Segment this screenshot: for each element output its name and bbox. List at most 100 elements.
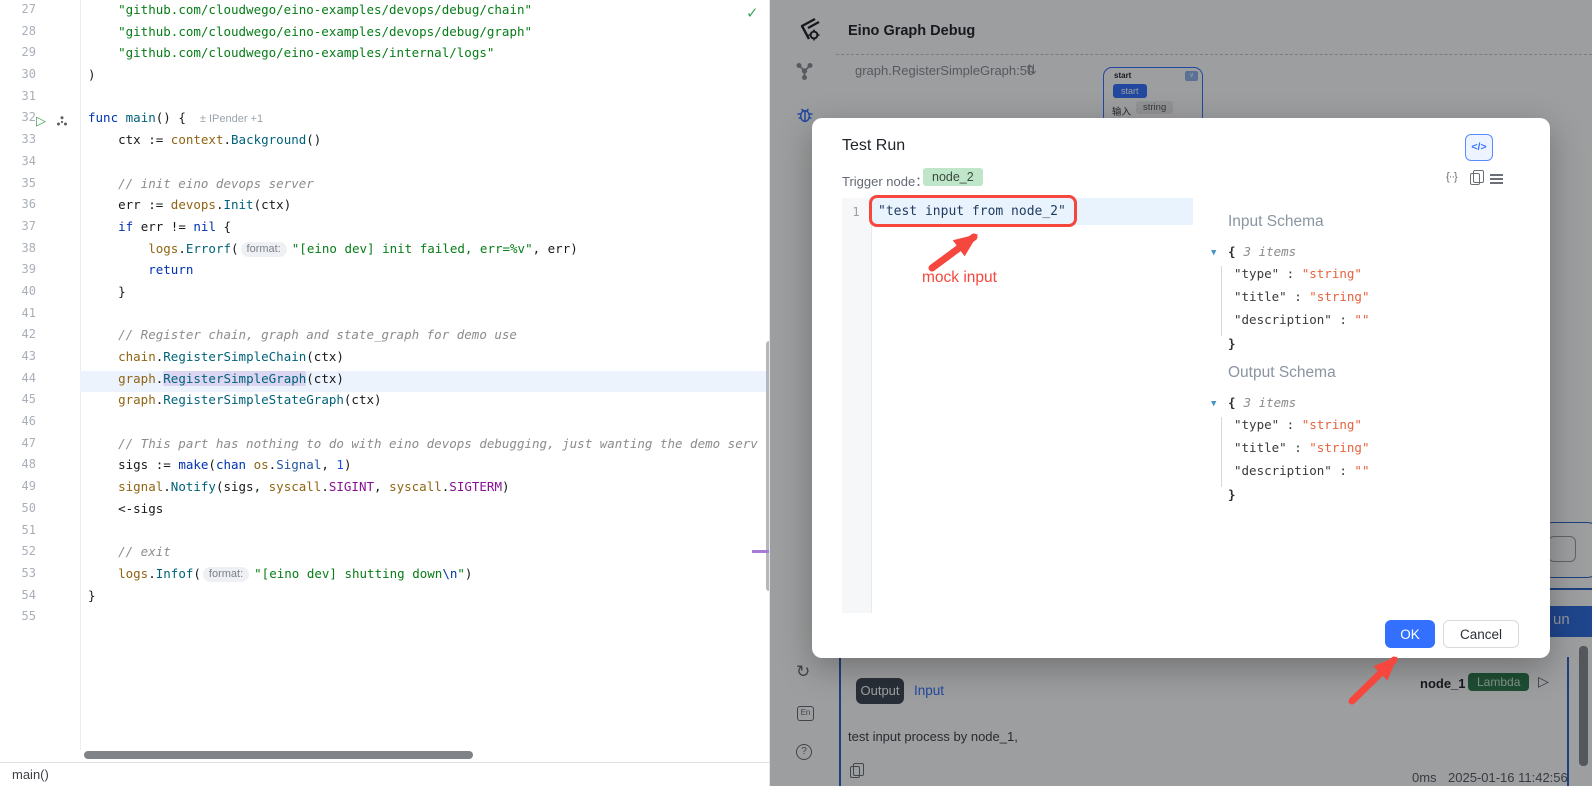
code-line: 35 // init eino devops server (0, 176, 770, 198)
scrollbar-change-marker (752, 550, 770, 553)
profiler-icon[interactable] (56, 115, 68, 127)
code-line: 40 } (0, 284, 770, 306)
code-text: return (88, 262, 770, 277)
line-number[interactable]: 28 (0, 24, 36, 38)
code-text: // This part has nothing to do with eino… (88, 436, 770, 451)
code-vision-hint[interactable]: ± IPender +1 (200, 113, 263, 125)
line-number[interactable]: 30 (0, 67, 36, 81)
code-line: 33 ctx := context.Background() (0, 132, 770, 154)
close-brace: } (1228, 487, 1531, 509)
line-number[interactable]: 45 (0, 392, 36, 406)
code-text: ctx := context.Background() (88, 132, 770, 147)
code-text: graph.RegisterSimpleGraph(ctx) (88, 371, 770, 386)
code-text: signal.Notify(sigs, syscall.SIGINT, sysc… (88, 479, 770, 494)
code-text: "github.com/cloudwego/eino-examples/devo… (88, 24, 770, 39)
line-number[interactable]: 55 (0, 609, 36, 623)
line-number[interactable]: 31 (0, 89, 36, 103)
code-line: 42 // Register chain, graph and state_gr… (0, 327, 770, 349)
code-text: logs.Infof(format:"[eino dev] shutting d… (88, 566, 770, 582)
line-number[interactable]: 32 (0, 110, 36, 124)
line-number[interactable]: 48 (0, 457, 36, 471)
code-line: 30) (0, 67, 770, 89)
line-number[interactable]: 49 (0, 479, 36, 493)
open-brace: { (1228, 244, 1236, 259)
line-number[interactable]: 40 (0, 284, 36, 298)
collapse-triangle-icon[interactable]: ▼ (1211, 248, 1228, 258)
line-number[interactable]: 42 (0, 327, 36, 341)
code-text: } (88, 588, 770, 603)
inline-hint-chip: format: (241, 242, 287, 257)
code-text: // init eino devops server (88, 176, 770, 191)
ok-button[interactable]: OK (1385, 620, 1435, 648)
line-number[interactable]: 46 (0, 414, 36, 428)
code-line: 51 (0, 523, 770, 545)
code-line: 50 <-sigs (0, 501, 770, 523)
code-line: 54} (0, 588, 770, 610)
code-text: graph.RegisterSimpleStateGraph(ctx) (88, 392, 770, 407)
trigger-node-label: Trigger node： (842, 171, 928, 190)
line-number[interactable]: 39 (0, 262, 36, 276)
code-line: 49 signal.Notify(sigs, syscall.SIGINT, s… (0, 479, 770, 501)
code-editor[interactable]: 27 "github.com/cloudwego/eino-examples/d… (0, 0, 770, 786)
cancel-button[interactable]: Cancel (1443, 620, 1519, 648)
modal-title: Test Run (842, 137, 905, 155)
schema-row: "description" : "" (1234, 312, 1531, 335)
app-window: 27 "github.com/cloudwego/eino-examples/d… (0, 0, 1592, 786)
mock-input-editor[interactable]: 1 "test input from node_2" (842, 198, 1193, 613)
line-number[interactable]: 36 (0, 197, 36, 211)
code-line: 37 if err != nil { (0, 219, 770, 241)
collapse-triangle-icon[interactable]: ▼ (1211, 399, 1228, 409)
code-text: err := devops.Init(ctx) (88, 197, 770, 212)
code-text: logs.Errorf(format:"[eino dev] init fail… (88, 241, 770, 257)
code-rows: 27 "github.com/cloudwego/eino-examples/d… (0, 2, 770, 631)
code-line: 29 "github.com/cloudwego/eino-examples/i… (0, 45, 770, 67)
code-line: 46 (0, 414, 770, 436)
code-view-toggle-button[interactable]: </> (1465, 134, 1493, 161)
schema-row: "title" : "string" (1234, 289, 1531, 312)
trigger-node-badge[interactable]: node_2 (923, 168, 983, 186)
line-number[interactable]: 34 (0, 154, 36, 168)
line-number[interactable]: 54 (0, 588, 36, 602)
code-line: 32▷func main() {± IPender +1 (0, 110, 770, 132)
editor-horizontal-scrollbar[interactable] (84, 751, 473, 759)
line-number[interactable]: 35 (0, 176, 36, 190)
line-number[interactable]: 52 (0, 544, 36, 558)
breadcrumb[interactable]: main() (12, 767, 49, 782)
code-line: 41 (0, 306, 770, 328)
code-line: 31 (0, 89, 770, 111)
format-lines-icon[interactable] (1490, 174, 1503, 176)
code-line: 44 graph.RegisterSimpleGraph(ctx) (0, 371, 770, 393)
open-brace: { (1228, 395, 1236, 410)
code-text: "github.com/cloudwego/eino-examples/inte… (88, 45, 770, 60)
schema-row: "title" : "string" (1234, 440, 1531, 463)
code-line: 28 "github.com/cloudwego/eino-examples/d… (0, 24, 770, 46)
line-number[interactable]: 29 (0, 45, 36, 59)
line-number[interactable]: 33 (0, 132, 36, 146)
code-text: } (88, 284, 770, 299)
line-number[interactable]: 50 (0, 501, 36, 515)
code-line: 38 logs.Errorf(format:"[eino dev] init f… (0, 241, 770, 263)
line-number[interactable]: 27 (0, 2, 36, 16)
line-number[interactable]: 43 (0, 349, 36, 363)
code-line: 52 // exit (0, 544, 770, 566)
code-text: chain.RegisterSimpleChain(ctx) (88, 349, 770, 364)
line-number[interactable]: 38 (0, 241, 36, 255)
input-schema-tree: Input Schema ▼{3 items "type" : "string"… (1211, 213, 1531, 358)
copy-icon[interactable] (1470, 173, 1480, 185)
line-number[interactable]: 53 (0, 566, 36, 580)
line-number[interactable]: 51 (0, 523, 36, 537)
braces-icon[interactable]: {··} (1446, 171, 1457, 183)
schema-title: Input Schema (1228, 213, 1531, 231)
line-number[interactable]: 44 (0, 371, 36, 385)
run-icon[interactable]: ▷ (36, 110, 46, 131)
code-text: if err != nil { (88, 219, 770, 234)
line-number[interactable]: 47 (0, 436, 36, 450)
items-count: 3 items (1244, 395, 1297, 410)
schema-title: Output Schema (1228, 364, 1531, 382)
run-gutter-icons[interactable]: ▷ (36, 110, 76, 131)
mock-input-value[interactable]: "test input from node_2" (878, 204, 1066, 219)
eino-debug-panel: ↻ En ? Eino Graph Debug graph.RegisterSi… (770, 0, 1592, 786)
line-number[interactable]: 41 (0, 306, 36, 320)
code-line: 27 "github.com/cloudwego/eino-examples/d… (0, 2, 770, 24)
line-number[interactable]: 37 (0, 219, 36, 233)
